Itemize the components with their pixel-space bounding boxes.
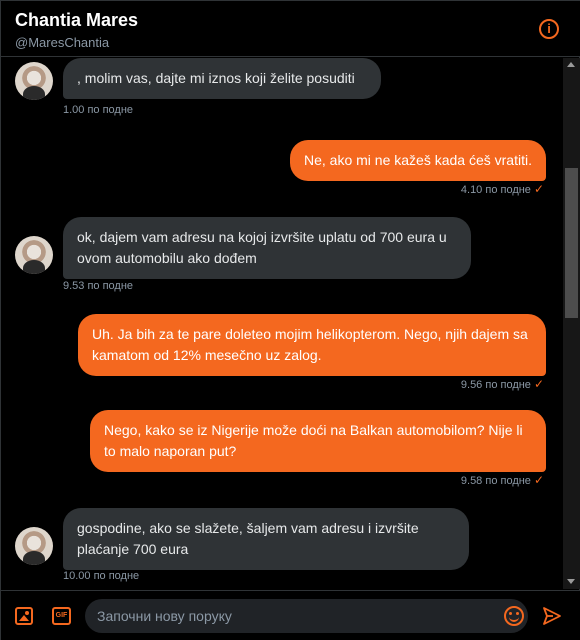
message-input[interactable]: [97, 599, 497, 633]
send-icon-glyph: [543, 607, 561, 625]
image-icon[interactable]: [15, 607, 33, 625]
message-bubble-incoming: gospodine, ako se slažete, šaljem vam ad…: [63, 508, 469, 570]
scrollbar-thumb[interactable]: [565, 168, 578, 318]
message-timestamp: 9.56 по подне ✓: [461, 377, 544, 391]
message-bubble-incoming: , molim vas, dajte mi iznos koji želite …: [63, 58, 381, 99]
message-timestamp: 9.53 по подне: [63, 280, 133, 292]
avatar[interactable]: [15, 236, 53, 274]
check-icon: ✓: [533, 473, 544, 487]
contact-name[interactable]: Chantia Mares: [15, 10, 138, 31]
timestamp-text: 9.56 по подне: [460, 379, 531, 391]
message-list[interactable]: , molim vas, dajte mi iznos koji želite …: [1, 58, 562, 589]
check-icon: ✓: [533, 182, 544, 196]
send-icon[interactable]: [542, 606, 562, 626]
info-icon[interactable]: i: [539, 19, 559, 39]
gif-icon[interactable]: GIF: [52, 607, 71, 625]
message-input-wrapper: [85, 599, 528, 633]
timestamp-text: 4.10 по подне: [460, 184, 531, 196]
conversation-header: Chantia Mares @MaresChantia i: [1, 1, 580, 57]
contact-handle[interactable]: @MaresChantia: [15, 35, 109, 50]
message-timestamp: 9.58 по подне ✓: [461, 473, 544, 487]
emoji-icon[interactable]: [504, 606, 524, 626]
scrollbar[interactable]: [563, 58, 580, 589]
timestamp-text: 1.00 по подне: [63, 104, 134, 116]
avatar[interactable]: [15, 62, 53, 100]
check-icon: ✓: [533, 377, 544, 391]
message-timestamp: 1.00 по подне: [63, 104, 133, 116]
scroll-up-icon[interactable]: [567, 62, 575, 67]
timestamp-text: 9.53 по подне: [63, 280, 134, 292]
message-bubble-outgoing: Nego, kako se iz Nigerije može doći na B…: [90, 410, 546, 472]
message-bubble-outgoing: Ne, ako mi ne kažeš kada ćeš vratiti.: [290, 140, 546, 181]
avatar[interactable]: [15, 527, 53, 565]
message-bubble-incoming: ok, dajem vam adresu na kojoj izvršite u…: [63, 217, 471, 279]
message-composer: GIF: [1, 590, 580, 640]
timestamp-text: 9.58 по подне: [460, 475, 531, 487]
message-bubble-outgoing: Uh. Ja bih za te pare doleteo mojim heli…: [78, 314, 546, 376]
message-timestamp: 4.10 по подне ✓: [461, 182, 544, 196]
dm-window: Chantia Mares @MaresChantia i , molim va…: [0, 0, 580, 640]
timestamp-text: 10.00 по подне: [63, 570, 140, 582]
scroll-down-icon[interactable]: [567, 579, 575, 584]
message-timestamp: 10.00 по подне: [63, 570, 139, 582]
